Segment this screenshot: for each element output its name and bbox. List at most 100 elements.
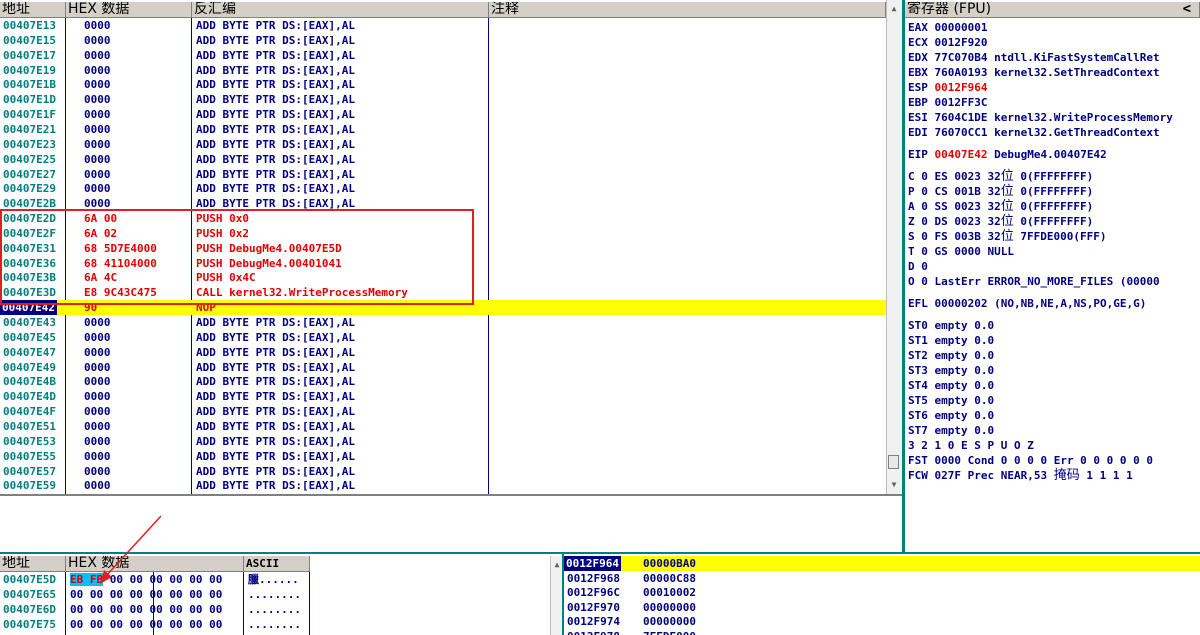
register-text: 位 xyxy=(1000,169,1014,184)
disasm-row[interactable]: 00407E21 0000 ADD BYTE PTR DS:[EAX],AL xyxy=(0,122,488,137)
register-line[interactable]: A 0 SS 0023 32位 0(FFFFFFFF) xyxy=(908,199,1093,214)
register-text: D 0 xyxy=(908,260,928,273)
register-line[interactable]: EAX 00000001 xyxy=(908,20,987,35)
register-line[interactable]: ECX 0012F920 xyxy=(908,35,987,50)
disasm-row[interactable]: 00407E49 0000 ADD BYTE PTR DS:[EAX],AL xyxy=(0,360,488,375)
register-text: EBX 760A0193 kernel32.SetThreadContext xyxy=(908,66,1160,79)
register-line[interactable]: ST6 empty 0.0 xyxy=(908,408,994,423)
disasm-row[interactable]: 00407E4B 0000 ADD BYTE PTR DS:[EAX],AL xyxy=(0,374,488,389)
register-line[interactable]: EIP 00407E42 DebugMe4.00407E42 xyxy=(908,147,1107,162)
register-text: ECX 0012F920 xyxy=(908,36,988,49)
disasm-row[interactable]: 00407E59 0000 ADD BYTE PTR DS:[EAX],AL xyxy=(0,478,488,493)
disasm-header-addr[interactable]: 地址 xyxy=(0,2,66,18)
disasm-row[interactable]: 00407E25 0000 ADD BYTE PTR DS:[EAX],AL xyxy=(0,152,488,167)
disasm-row[interactable]: 00407E1F 0000 ADD BYTE PTR DS:[EAX],AL xyxy=(0,107,488,122)
stack-row[interactable]: 0012F978 7FFDE000 xyxy=(564,629,1200,635)
stack-row[interactable]: 0012F96C 00010002 xyxy=(564,585,1200,600)
row-instruction: ADD BYTE PTR DS:[EAX],AL xyxy=(196,122,355,136)
register-line[interactable]: T 0 GS 0000 NULL xyxy=(908,244,1014,259)
disasm-row[interactable]: 00407E45 0000 ADD BYTE PTR DS:[EAX],AL xyxy=(0,330,488,345)
row-instruction: ADD BYTE PTR DS:[EAX],AL xyxy=(196,48,355,62)
register-line[interactable]: EBP 0012FF3C xyxy=(908,95,987,110)
disasm-scrollbar[interactable]: ▲ ▼ xyxy=(886,0,903,494)
row-hex: 0000 xyxy=(84,316,111,329)
register-text: EDI 76070CC1 kernel32.GetThreadContext xyxy=(908,126,1160,139)
register-line[interactable]: P 0 CS 001B 32位 0(FFFFFFFF) xyxy=(908,184,1093,199)
stack-row[interactable]: 0012F970 00000000 xyxy=(564,600,1200,615)
row-instruction: ADD BYTE PTR DS:[EAX],AL xyxy=(196,434,355,448)
disasm-row[interactable]: 00407E53 0000 ADD BYTE PTR DS:[EAX],AL xyxy=(0,434,488,449)
disasm-row[interactable]: 00407E1B 0000 ADD BYTE PTR DS:[EAX],AL xyxy=(0,77,488,92)
disasm-row[interactable]: 00407E23 0000 ADD BYTE PTR DS:[EAX],AL xyxy=(0,137,488,152)
collapse-icon[interactable]: < xyxy=(1183,2,1191,17)
register-text: ESP xyxy=(908,81,935,94)
disasm-row[interactable]: 00407E17 0000 ADD BYTE PTR DS:[EAX],AL xyxy=(0,48,488,63)
register-line[interactable]: O 0 LastErr ERROR_NO_MORE_FILES (00000 xyxy=(908,274,1160,289)
register-line[interactable]: ESP 0012F964 xyxy=(908,80,987,95)
register-line[interactable]: C 0 ES 0023 32位 0(FFFFFFFF) xyxy=(908,169,1093,184)
stack-value: 7FFDE000 xyxy=(643,629,696,635)
register-line[interactable]: ST3 empty 0.0 xyxy=(908,363,994,378)
scroll-down-icon[interactable]: ▼ xyxy=(887,478,901,492)
dump-top-border xyxy=(0,552,1200,554)
row-hex: 0000 xyxy=(84,48,111,62)
register-line[interactable]: ST4 empty 0.0 xyxy=(908,378,994,393)
disasm-row[interactable]: 00407E13 0000 ADD BYTE PTR DS:[EAX],AL xyxy=(0,18,488,33)
stack-row[interactable]: 0012F974 00000000 xyxy=(564,614,1200,629)
row-address: 00407E29 xyxy=(3,182,56,196)
registers-header[interactable]: 寄存器 (FPU) < xyxy=(905,2,1200,18)
stack-row[interactable]: 0012F964 00000BA0 xyxy=(564,556,1200,571)
disasm-row[interactable]: 00407E27 0000 ADD BYTE PTR DS:[EAX],AL xyxy=(0,167,488,182)
disasm-row[interactable]: 00407E19 0000 ADD BYTE PTR DS:[EAX],AL xyxy=(0,63,488,78)
stack-pane[interactable]: 0012F964 00000BA0 0012F968 00000C88 0012F96C… xyxy=(0,556,1200,635)
register-line[interactable]: Z 0 DS 0023 32位 0(FFFFFFFF) xyxy=(908,214,1093,229)
register-line[interactable]: D 0 xyxy=(908,259,928,274)
register-line[interactable]: ST2 empty 0.0 xyxy=(908,348,994,363)
row-hex: 0000 xyxy=(84,93,111,107)
register-line[interactable]: EBX 760A0193 kernel32.SetThreadContext xyxy=(908,65,1160,80)
row-hex: 0000 xyxy=(84,375,111,389)
register-text: O 0 LastErr ERROR_NO_MORE_FILES (00000 xyxy=(908,275,1160,288)
register-line[interactable]: EFL 00000202 (NO,NB,NE,A,NS,PO,GE,G) xyxy=(908,296,1146,311)
disasm-row[interactable]: 00407E4D 0000 ADD BYTE PTR DS:[EAX],AL xyxy=(0,389,488,404)
disasm-header-hex[interactable]: HEX 数据 xyxy=(66,2,192,18)
scroll-up-icon[interactable]: ▲ xyxy=(887,2,901,16)
stack-row[interactable]: 0012F968 00000C88 xyxy=(564,571,1200,586)
register-line[interactable]: EDI 76070CC1 kernel32.GetThreadContext xyxy=(908,125,1160,140)
disassembly-pane[interactable]: 00407E13 0000 ADD BYTE PTR DS:[EAX],AL 0040… xyxy=(0,18,886,494)
register-text: 0(FFFFFFFF) xyxy=(1013,170,1094,183)
disasm-row[interactable]: 00407E55 0000 ADD BYTE PTR DS:[EAX],AL xyxy=(0,449,488,464)
row-instruction: ADD BYTE PTR DS:[EAX],AL xyxy=(196,33,355,47)
disasm-header-disasm[interactable]: 反汇编 xyxy=(192,2,489,18)
disasm-row[interactable]: 00407E43 0000 ADD BYTE PTR DS:[EAX],AL xyxy=(0,315,488,330)
row-hex: 0000 xyxy=(84,330,111,344)
disasm-row[interactable]: 00407E29 0000 ADD BYTE PTR DS:[EAX],AL xyxy=(0,181,488,196)
register-line[interactable]: ESI 7604C1DE kernel32.WriteProcessMemory xyxy=(908,110,1173,125)
scroll-thumb[interactable] xyxy=(888,455,899,469)
row-hex: 0000 xyxy=(84,449,111,463)
row-hex: 0000 xyxy=(84,464,111,478)
register-line[interactable]: 3 2 1 0 E S P U O Z xyxy=(908,438,1034,453)
disasm-row[interactable]: 00407E47 0000 ADD BYTE PTR DS:[EAX],AL xyxy=(0,345,488,360)
disasm-row[interactable]: 00407E57 0000 ADD BYTE PTR DS:[EAX],AL xyxy=(0,464,488,479)
row-instruction: ADD BYTE PTR DS:[EAX],AL xyxy=(196,167,355,181)
register-line[interactable]: EDX 77C070B4 ntdll.KiFastSystemCallRet xyxy=(908,50,1160,65)
register-line[interactable]: FCW 027F Prec NEAR,53 掩码 1 1 1 1 xyxy=(908,468,1133,483)
disasm-header-comment[interactable]: 注释 xyxy=(489,2,886,18)
register-line[interactable]: ST1 empty 0.0 xyxy=(908,333,994,348)
stack-address: 0012F968 xyxy=(567,571,620,585)
disasm-row[interactable]: 00407E15 0000 ADD BYTE PTR DS:[EAX],AL xyxy=(0,33,488,48)
register-line[interactable]: ST7 empty 0.0 xyxy=(908,423,994,438)
disasm-row[interactable]: 00407E4F 0000 ADD BYTE PTR DS:[EAX],AL xyxy=(0,404,488,419)
disasm-row[interactable]: 00407E51 0000 ADD BYTE PTR DS:[EAX],AL xyxy=(0,419,488,434)
code-selection-box xyxy=(0,209,474,305)
register-line[interactable]: ST5 empty 0.0 xyxy=(908,393,994,408)
pane-divider[interactable] xyxy=(902,0,905,552)
horizontal-divider xyxy=(0,494,903,496)
disasm-row[interactable]: 00407E1D 0000 ADD BYTE PTR DS:[EAX],AL xyxy=(0,92,488,107)
register-line[interactable]: FST 0000 Cond 0 0 0 0 Err 0 0 0 0 0 0 xyxy=(908,453,1153,468)
register-line[interactable]: ST0 empty 0.0 xyxy=(908,318,994,333)
row-address: 00407E45 xyxy=(3,330,56,344)
register-line[interactable]: S 0 FS 003B 32位 7FFDE000(FFF) xyxy=(908,229,1106,244)
stack-address: 0012F978 xyxy=(567,629,620,635)
